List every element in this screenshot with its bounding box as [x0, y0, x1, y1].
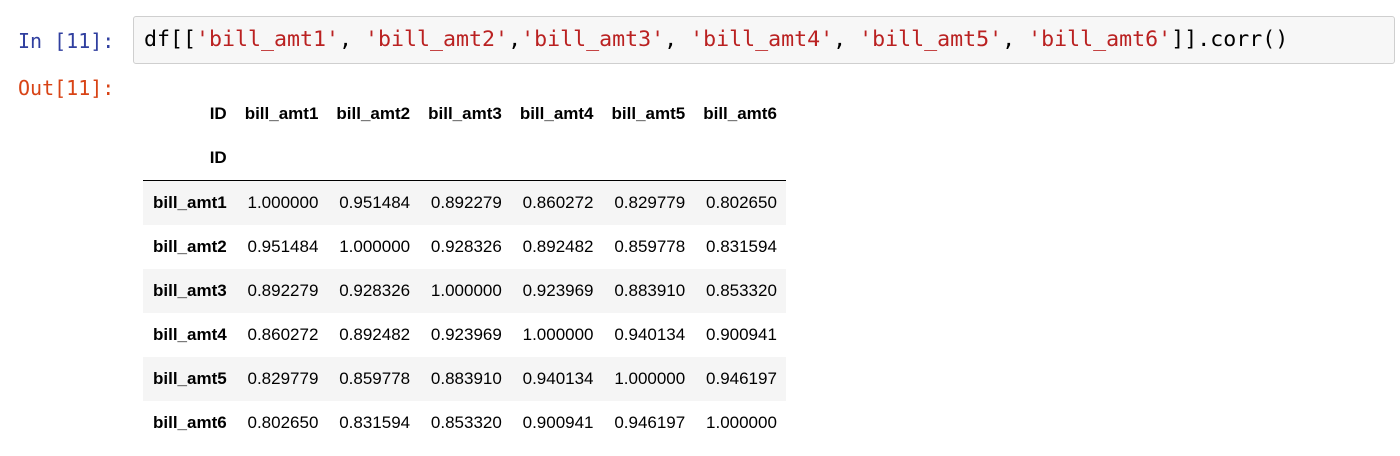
table-row: bill_amt5 0.829779 0.859778 0.883910 0.94013…	[143, 357, 786, 401]
code-string-literal: 'bill_amt4'	[690, 27, 834, 52]
table-cell: 0.829779	[247, 369, 319, 388]
code-token: ,	[508, 27, 522, 52]
row-index-label: bill_amt6	[153, 413, 227, 432]
table-cell: 0.940134	[522, 369, 594, 388]
table-cell: 1.000000	[339, 237, 411, 256]
table-cell: 0.946197	[706, 369, 777, 388]
index-name-label: ID	[143, 136, 236, 181]
table-cell: 0.946197	[614, 413, 686, 432]
table-cell: 0.928326	[339, 281, 411, 300]
table-cell: 0.853320	[706, 281, 777, 300]
table-cell: 1.000000	[706, 413, 777, 432]
index-name-filler	[602, 136, 695, 181]
index-name-filler	[510, 136, 603, 181]
table-cell: 0.802650	[247, 413, 319, 432]
table-cell: 0.860272	[522, 193, 594, 212]
table-cell: 1.000000	[247, 193, 319, 212]
code-token: ,	[664, 27, 691, 52]
code-string-literal: 'bill_amt1'	[196, 27, 340, 52]
row-index-label: bill_amt1	[153, 193, 227, 212]
table-cell: 0.951484	[247, 237, 319, 256]
table-cell: 0.923969	[522, 281, 594, 300]
table-cell: 0.860272	[247, 325, 319, 344]
table-cell: 0.802650	[706, 193, 777, 212]
code-token: df[[	[144, 27, 197, 52]
input-prompt: In [11]:	[18, 29, 115, 53]
code-string-literal: 'bill_amt2'	[365, 27, 509, 52]
table-row: bill_amt2 0.951484 1.000000 0.928326 0.89248…	[143, 225, 786, 269]
table-cell: 0.892482	[522, 237, 594, 256]
table-cell: 0.831594	[706, 237, 777, 256]
column-header: bill_amt4	[519, 104, 594, 123]
index-name-filler	[419, 136, 511, 181]
column-header: bill_amt3	[428, 104, 502, 123]
table-cell: 0.892482	[339, 325, 411, 344]
corner-label: ID	[209, 104, 227, 123]
output-prompt: Out[11]:	[18, 76, 115, 100]
table-cell: 0.892279	[430, 193, 502, 212]
table-cell: 0.853320	[430, 413, 502, 432]
row-index-label: bill_amt5	[153, 369, 227, 388]
table-cell: 1.000000	[430, 281, 502, 300]
table-cell: 0.940134	[614, 325, 686, 344]
table-row: bill_amt4 0.860272 0.892482 0.923969 1.00000…	[143, 313, 786, 357]
table-row: bill_amt6 0.802650 0.831594 0.853320 0.90094…	[143, 401, 786, 445]
table-cell: 0.883910	[614, 281, 686, 300]
table-cell: 0.883910	[430, 369, 502, 388]
column-header: bill_amt5	[611, 104, 686, 123]
table-cell: 0.928326	[430, 237, 502, 256]
row-index-label: bill_amt2	[153, 237, 227, 256]
table-row: bill_amt1 1.000000 0.951484 0.892279 0.86027…	[143, 180, 786, 225]
index-name-filler	[235, 136, 328, 181]
column-header: bill_amt2	[336, 104, 411, 123]
table-row: bill_amt3 0.892279 0.928326 1.000000 0.92396…	[143, 269, 786, 313]
code-string-literal: 'bill_amt5'	[859, 27, 1003, 52]
row-index-label: bill_amt4	[153, 325, 227, 344]
table-cell: 0.829779	[614, 193, 686, 212]
table-cell: 0.831594	[339, 413, 411, 432]
index-name-filler	[327, 136, 420, 181]
code-input-cell[interactable]: df[['bill_amt1', 'bill_amt2','bill_amt3'…	[133, 16, 1395, 64]
code-string-literal: 'bill_amt6'	[1028, 27, 1172, 52]
correlation-table: ID bill_amt1 bill_amt2 bill_amt3 bill_amt4 b…	[143, 92, 786, 445]
table-cell: 0.859778	[614, 237, 686, 256]
index-name-filler	[694, 136, 786, 181]
code-string-literal: 'bill_amt3'	[521, 27, 665, 52]
column-header: bill_amt6	[703, 104, 777, 123]
table-body: bill_amt1 1.000000 0.951484 0.892279 0.86027…	[143, 180, 786, 445]
table-cell: 0.951484	[339, 193, 411, 212]
table-cell: 0.923969	[430, 325, 502, 344]
column-header-row: ID bill_amt1 bill_amt2 bill_amt3 bill_amt4 b…	[143, 92, 786, 136]
column-header: bill_amt1	[244, 104, 319, 123]
index-name-row: ID	[143, 136, 786, 181]
table-cell: 1.000000	[614, 369, 686, 388]
table-cell: 0.859778	[339, 369, 411, 388]
code-token: ,	[833, 27, 860, 52]
table-cell: 0.900941	[522, 413, 594, 432]
code-token: ,	[339, 27, 366, 52]
table-cell: 0.900941	[706, 325, 777, 344]
row-index-label: bill_amt3	[153, 281, 227, 300]
code-token: ,	[1002, 27, 1029, 52]
table-cell: 0.892279	[247, 281, 319, 300]
code-token: ]].corr()	[1171, 27, 1289, 52]
table-cell: 1.000000	[522, 325, 594, 344]
